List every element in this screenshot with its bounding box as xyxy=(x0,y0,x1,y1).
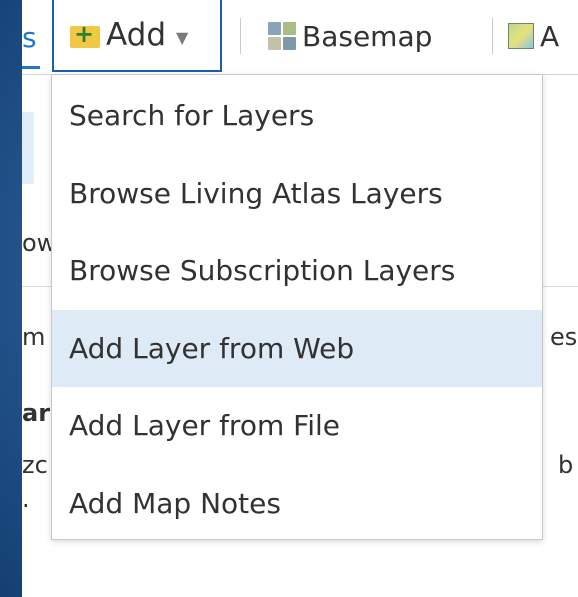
toolbar-separator xyxy=(492,18,493,54)
menu-item-browse-living-atlas-layers[interactable]: Browse Living Atlas Layers xyxy=(52,155,542,233)
background-text-fragment: zc xyxy=(22,451,48,479)
basemap-button[interactable]: Basemap xyxy=(268,0,432,72)
menu-item-browse-subscription-layers[interactable]: Browse Subscription Layers xyxy=(52,232,542,310)
map-icon xyxy=(508,23,534,49)
background-text-fragment: es xyxy=(550,323,578,351)
background-text-fragment: m xyxy=(22,323,46,351)
analysis-button[interactable]: A xyxy=(508,0,559,72)
map-viewer-panel: ow m es ar zc b . s + Add ▼ Basemap A Se… xyxy=(22,0,578,597)
add-dropdown-menu: Search for Layers Browse Living Atlas La… xyxy=(51,74,543,540)
background-text-fragment: b xyxy=(558,451,574,479)
menu-item-add-layer-from-web[interactable]: Add Layer from Web xyxy=(52,309,542,387)
menu-item-search-for-layers[interactable]: Search for Layers xyxy=(52,77,542,155)
basemap-grid-icon xyxy=(268,22,296,50)
background-text-fragment: . xyxy=(22,485,30,513)
menu-item-add-map-notes[interactable]: Add Map Notes xyxy=(52,465,542,543)
toolbar: s + Add ▼ Basemap A xyxy=(22,0,578,75)
basemap-button-label: Basemap xyxy=(302,19,433,53)
tab-fragment[interactable]: s xyxy=(22,18,40,58)
background-selection-strip xyxy=(22,112,34,184)
tab-active-indicator xyxy=(22,66,40,69)
analysis-button-label: A xyxy=(540,19,560,53)
toolbar-separator xyxy=(240,18,241,54)
add-button[interactable]: + Add ▼ xyxy=(52,0,222,72)
menu-item-add-layer-from-file[interactable]: Add Layer from File xyxy=(52,387,542,465)
add-button-label: Add xyxy=(106,17,167,53)
chevron-down-icon: ▼ xyxy=(176,27,189,47)
folder-plus-icon: + xyxy=(70,22,100,48)
background-text-fragment: ar xyxy=(22,399,51,427)
